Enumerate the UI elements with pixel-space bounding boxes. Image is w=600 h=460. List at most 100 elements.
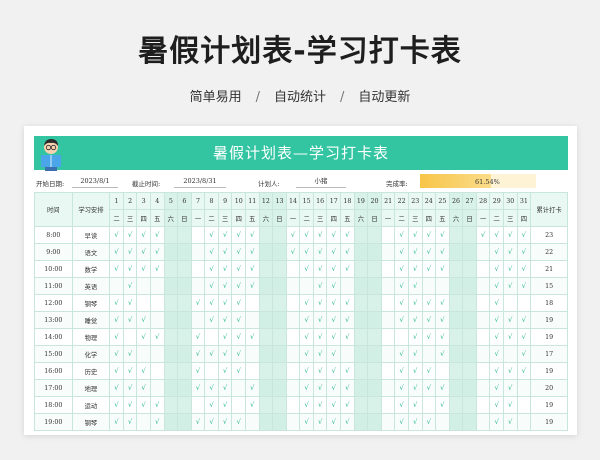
checkin-cell[interactable]: [448, 260, 464, 278]
checkin-cell[interactable]: √: [217, 396, 233, 414]
checkin-cell[interactable]: √: [231, 413, 246, 431]
checkin-cell[interactable]: √: [489, 345, 504, 363]
checkin-cell[interactable]: √: [340, 413, 355, 431]
subject-cell[interactable]: 历史: [71, 362, 111, 380]
checkin-cell[interactable]: [516, 294, 532, 312]
checkin-cell[interactable]: [163, 311, 179, 329]
planner-value[interactable]: 小猪: [296, 175, 346, 188]
checkin-cell[interactable]: √: [136, 362, 151, 380]
checkin-cell[interactable]: √: [231, 277, 246, 295]
checkin-cell[interactable]: √: [122, 345, 138, 363]
checkin-cell[interactable]: √: [435, 396, 450, 414]
checkin-cell[interactable]: [149, 311, 165, 329]
checkin-cell[interactable]: √: [489, 311, 504, 329]
checkin-cell[interactable]: [122, 328, 138, 346]
checkin-cell[interactable]: [367, 311, 382, 329]
checkin-cell[interactable]: [149, 294, 165, 312]
checkin-cell[interactable]: √: [312, 413, 328, 431]
checkin-cell[interactable]: [462, 243, 477, 261]
checkin-cell[interactable]: [380, 260, 396, 278]
checkin-cell[interactable]: √: [394, 277, 409, 295]
checkin-cell[interactable]: [340, 277, 355, 295]
checkin-cell[interactable]: √: [502, 226, 518, 244]
checkin-cell[interactable]: √: [217, 294, 233, 312]
checkin-cell[interactable]: [285, 260, 301, 278]
checkin-cell[interactable]: √: [421, 294, 437, 312]
checkin-cell[interactable]: √: [109, 328, 124, 346]
subject-cell[interactable]: 运动: [71, 396, 111, 414]
checkin-cell[interactable]: [367, 294, 382, 312]
checkin-cell[interactable]: [163, 396, 179, 414]
checkin-cell[interactable]: √: [340, 311, 355, 329]
checkin-cell[interactable]: √: [190, 294, 206, 312]
checkin-cell[interactable]: √: [109, 379, 124, 397]
checkin-cell[interactable]: √: [136, 311, 151, 329]
checkin-cell[interactable]: √: [407, 311, 423, 329]
checkin-cell[interactable]: [258, 294, 274, 312]
checkin-cell[interactable]: √: [149, 243, 165, 261]
checkin-cell[interactable]: [136, 345, 151, 363]
checkin-cell[interactable]: √: [394, 413, 409, 431]
checkin-cell[interactable]: √: [217, 345, 233, 363]
checkin-cell[interactable]: √: [109, 260, 124, 278]
checkin-cell[interactable]: [367, 260, 382, 278]
checkin-cell[interactable]: [272, 277, 287, 295]
checkin-cell[interactable]: √: [502, 362, 518, 380]
checkin-cell[interactable]: √: [502, 243, 518, 261]
checkin-cell[interactable]: [258, 362, 274, 380]
checkin-cell[interactable]: [258, 396, 274, 414]
checkin-cell[interactable]: √: [340, 226, 355, 244]
checkin-cell[interactable]: √: [502, 311, 518, 329]
checkin-cell[interactable]: [475, 413, 491, 431]
checkin-cell[interactable]: √: [312, 396, 328, 414]
checkin-cell[interactable]: √: [407, 328, 423, 346]
checkin-cell[interactable]: [190, 311, 206, 329]
checkin-cell[interactable]: [380, 362, 396, 380]
checkin-cell[interactable]: √: [407, 277, 423, 295]
checkin-cell[interactable]: √: [217, 226, 233, 244]
checkin-cell[interactable]: [149, 277, 165, 295]
checkin-cell[interactable]: [285, 345, 301, 363]
checkin-cell[interactable]: [340, 345, 355, 363]
checkin-cell[interactable]: [380, 311, 396, 329]
checkin-cell[interactable]: √: [489, 294, 504, 312]
checkin-cell[interactable]: √: [136, 226, 151, 244]
checkin-cell[interactable]: √: [136, 328, 151, 346]
checkin-cell[interactable]: [462, 260, 477, 278]
checkin-cell[interactable]: [272, 260, 287, 278]
checkin-cell[interactable]: √: [394, 379, 409, 397]
checkin-cell[interactable]: [245, 413, 260, 431]
checkin-cell[interactable]: √: [435, 311, 450, 329]
checkin-cell[interactable]: [367, 277, 382, 295]
checkin-cell[interactable]: [231, 396, 246, 414]
checkin-cell[interactable]: √: [190, 345, 206, 363]
checkin-cell[interactable]: √: [204, 379, 219, 397]
checkin-cell[interactable]: √: [407, 226, 423, 244]
checkin-cell[interactable]: √: [407, 396, 423, 414]
checkin-cell[interactable]: √: [245, 260, 260, 278]
checkin-cell[interactable]: √: [435, 345, 450, 363]
checkin-cell[interactable]: √: [231, 311, 246, 329]
checkin-cell[interactable]: √: [489, 362, 504, 380]
checkin-cell[interactable]: [353, 362, 369, 380]
checkin-cell[interactable]: [109, 277, 124, 295]
checkin-cell[interactable]: √: [122, 260, 138, 278]
checkin-cell[interactable]: √: [312, 260, 328, 278]
checkin-cell[interactable]: √: [394, 396, 409, 414]
checkin-cell[interactable]: √: [122, 379, 138, 397]
checkin-cell[interactable]: √: [190, 362, 206, 380]
checkin-cell[interactable]: √: [109, 413, 124, 431]
checkin-cell[interactable]: √: [394, 294, 409, 312]
checkin-cell[interactable]: [285, 396, 301, 414]
checkin-cell[interactable]: √: [489, 277, 504, 295]
checkin-cell[interactable]: [177, 294, 192, 312]
checkin-cell[interactable]: [516, 379, 532, 397]
checkin-cell[interactable]: [367, 345, 382, 363]
checkin-cell[interactable]: √: [340, 260, 355, 278]
checkin-cell[interactable]: [245, 362, 260, 380]
checkin-cell[interactable]: [272, 413, 287, 431]
checkin-cell[interactable]: √: [489, 260, 504, 278]
checkin-cell[interactable]: [435, 413, 450, 431]
checkin-cell[interactable]: [380, 396, 396, 414]
checkin-cell[interactable]: [245, 294, 260, 312]
